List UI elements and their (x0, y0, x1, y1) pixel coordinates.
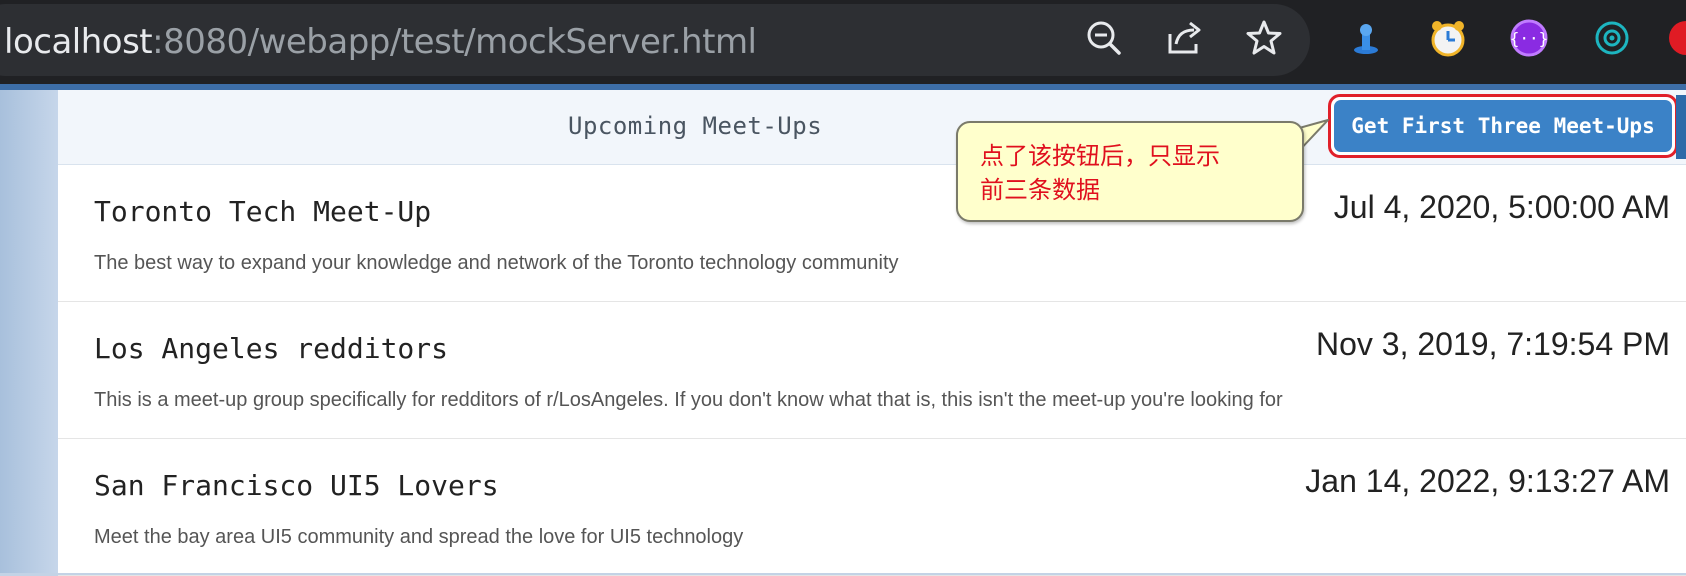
get-first-three-button[interactable]: Get First Three Meet-Ups (1328, 94, 1678, 158)
url-path: :8080/webapp/test/mockServer.html (152, 22, 757, 62)
page-title: Upcoming Meet-Ups (568, 112, 823, 140)
callout-line-2: 前三条数据 (980, 176, 1100, 204)
list-item[interactable]: Los Angeles redditors Nov 3, 2019, 7:19:… (58, 302, 1686, 439)
extension-code-icon[interactable]: {··} (1509, 18, 1549, 58)
meetup-description: This is a meet-up group specifically for… (94, 389, 1283, 411)
callout-line-1: 点了该按钮后，只显示 (980, 142, 1220, 170)
meetup-description: The best way to expand your knowledge an… (94, 252, 899, 274)
meetup-title: San Francisco UI5 Lovers (94, 469, 499, 502)
address-url[interactable]: localhost:8080/webapp/test/mockServer.ht… (4, 22, 757, 62)
callout-text: 点了该按钮后，只显示 前三条数据 (980, 139, 1280, 207)
meetups-panel: Upcoming Meet-Ups Toronto Tech Meet-Up J… (58, 90, 1686, 576)
meetup-date: Jan 14, 2022, 9:13:27 AM (1305, 463, 1670, 499)
page-gutter (0, 90, 58, 573)
svg-text:{··}: {··} (1510, 29, 1549, 48)
share-icon[interactable] (1164, 18, 1204, 58)
meetup-date: Nov 3, 2019, 7:19:54 PM (1316, 326, 1670, 362)
annotation-callout: 点了该按钮后，只显示 前三条数据 (956, 121, 1304, 222)
extension-figure-icon[interactable] (1346, 18, 1386, 58)
star-icon[interactable] (1244, 18, 1284, 58)
get-first-three-button-label: Get First Three Meet-Ups (1334, 100, 1672, 152)
extension-red-icon[interactable] (1664, 18, 1686, 58)
meetup-description: Meet the bay area UI5 community and spre… (94, 526, 744, 548)
meetup-date: Jul 4, 2020, 5:00:00 AM (1333, 189, 1670, 225)
meetup-title: Toronto Tech Meet-Up (94, 195, 432, 228)
zoom-out-icon[interactable] (1084, 18, 1124, 58)
list-item[interactable]: San Francisco UI5 Lovers Jan 14, 2022, 9… (58, 439, 1686, 576)
extension-eye-icon[interactable] (1592, 18, 1632, 58)
extension-alarm-clock-icon[interactable] (1428, 18, 1468, 58)
url-host: localhost (4, 22, 153, 62)
list-item[interactable]: Toronto Tech Meet-Up Jul 4, 2020, 5:00:0… (58, 165, 1686, 302)
meetup-title: Los Angeles redditors (94, 332, 449, 365)
button-edge (1676, 95, 1686, 159)
browser-toolbar: localhost:8080/webapp/test/mockServer.ht… (0, 0, 1686, 88)
